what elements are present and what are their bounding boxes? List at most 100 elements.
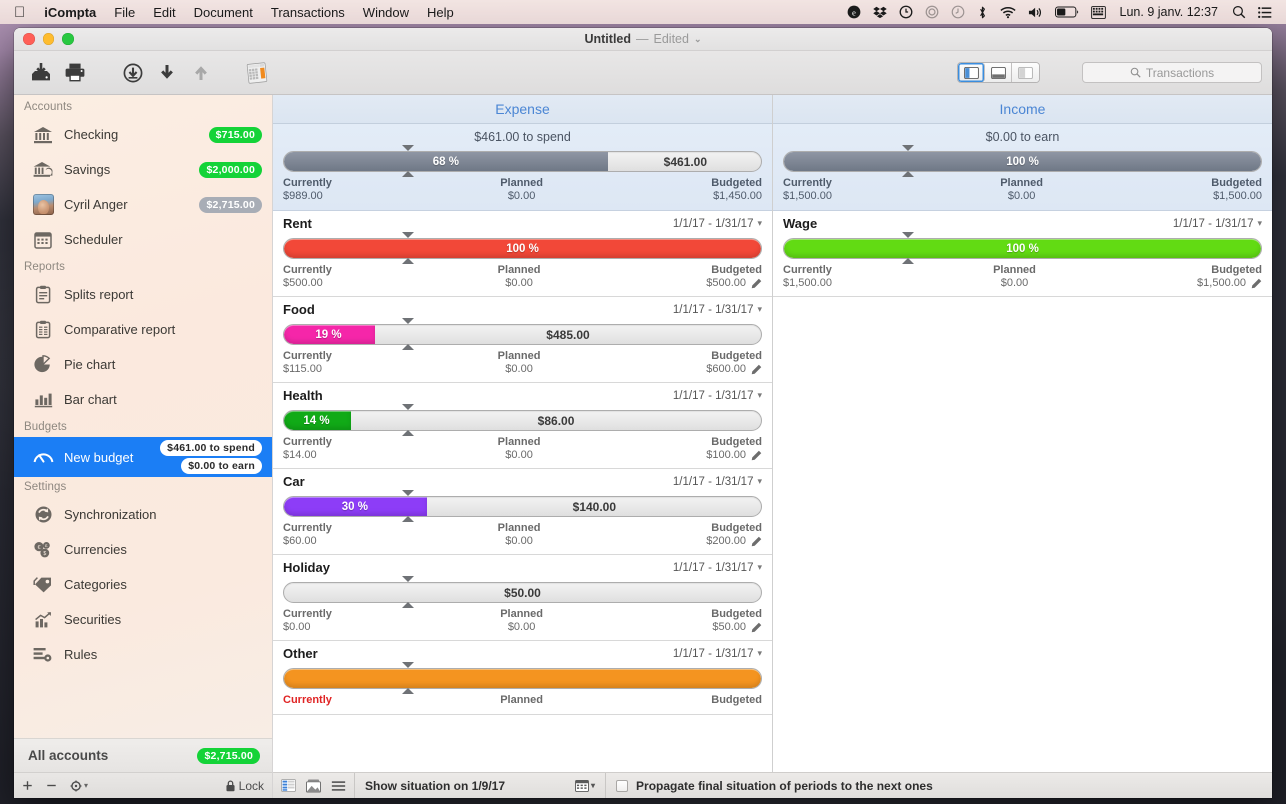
menu-item-window[interactable]: Window (354, 5, 418, 20)
menu-item-file[interactable]: File (105, 5, 144, 20)
sidebar-item-cyril-anger[interactable]: Cyril Anger $2,715.00 (14, 187, 272, 222)
download-arrow-icon[interactable] (150, 58, 184, 88)
sidebar-item-new-budget[interactable]: New budget $461.00 to spend $0.00 to ear… (14, 437, 272, 477)
budget-row[interactable]: Health1/1/17 - 1/31/17▾14 %$86.00Current… (273, 383, 772, 469)
slider-knob-upper[interactable] (402, 490, 414, 496)
budget-slider[interactable]: 100 % (783, 236, 1262, 260)
bluetooth-icon[interactable] (971, 5, 994, 20)
sidebar-view-icon[interactable] (958, 63, 985, 82)
sidebar-item-rules[interactable]: Rules (14, 637, 272, 672)
chevron-down-icon[interactable]: ▾ (757, 390, 762, 401)
sidebar-item-checking[interactable]: Checking $715.00 (14, 117, 272, 152)
battery-icon[interactable] (1049, 6, 1085, 18)
wifi-icon[interactable] (994, 6, 1022, 19)
slider-knob-lower[interactable] (402, 258, 414, 264)
minus-icon[interactable] (46, 780, 57, 791)
chevron-down-icon[interactable]: ⌄ (694, 34, 702, 45)
creative-cloud-icon[interactable] (919, 5, 945, 19)
sidebar-item-categories[interactable]: Categories (14, 567, 272, 602)
chevron-down-icon[interactable]: ▾ (1257, 218, 1262, 229)
slider-knob-lower[interactable] (402, 602, 414, 608)
sidebar-item-synchronization[interactable]: Synchronization (14, 497, 272, 532)
input-menu-icon[interactable] (1085, 6, 1112, 19)
notification-center-icon[interactable] (1252, 6, 1278, 19)
menu-item-transactions[interactable]: Transactions (262, 5, 354, 20)
apple-logo-icon[interactable]:  (8, 5, 35, 20)
calculator-icon[interactable] (242, 58, 272, 88)
slider-knob-lower[interactable] (402, 516, 414, 522)
edit-pencil-icon[interactable] (751, 536, 762, 547)
menu-item-help[interactable]: Help (418, 5, 463, 20)
gear-icon[interactable]: ▾ (70, 780, 88, 792)
chevron-down-icon[interactable]: ▾ (757, 476, 762, 487)
edit-pencil-icon[interactable] (1251, 278, 1262, 289)
budget-slider[interactable] (283, 666, 762, 690)
evernote-icon[interactable]: e (841, 5, 867, 19)
budget-period[interactable]: 1/1/17 - 1/31/17▾ (673, 218, 762, 230)
dropbox-icon[interactable] (867, 5, 893, 19)
sidebar-item-savings[interactable]: Savings $2,000.00 (14, 152, 272, 187)
slider-knob-upper[interactable] (402, 576, 414, 582)
edit-pencil-icon[interactable] (751, 622, 762, 633)
chevron-down-icon[interactable]: ▾ (757, 562, 762, 573)
split-view-icon[interactable] (306, 779, 321, 793)
menu-item-icompta[interactable]: iCompta (35, 5, 105, 20)
budget-period[interactable]: 1/1/17 - 1/31/17▾ (673, 390, 762, 402)
sidebar-item-pie-chart[interactable]: Pie chart (14, 347, 272, 382)
budget-row[interactable]: Food1/1/17 - 1/31/17▾19 %$485.00Currentl… (273, 297, 772, 383)
bottom-view-icon[interactable] (985, 63, 1012, 82)
edit-pencil-icon[interactable] (751, 450, 762, 461)
slider-knob-lower[interactable] (902, 171, 914, 177)
download-circle-icon[interactable] (116, 58, 150, 88)
menubar-clock[interactable]: Lun. 9 janv. 12:37 (1112, 5, 1226, 19)
budget-period[interactable]: 1/1/17 - 1/31/17▾ (673, 476, 762, 488)
slider-knob-lower[interactable] (402, 344, 414, 350)
slider-knob-lower[interactable] (402, 171, 414, 177)
budget-period[interactable]: 1/1/17 - 1/31/17▾ (673, 648, 762, 660)
timemachine-icon[interactable] (945, 5, 971, 19)
print-icon[interactable] (58, 58, 92, 88)
chevron-down-icon[interactable]: ▾ (757, 648, 762, 659)
budget-period[interactable]: 1/1/17 - 1/31/17▾ (673, 562, 762, 574)
slider-knob-upper[interactable] (902, 145, 914, 151)
list-view-icon[interactable] (281, 779, 296, 792)
all-accounts-row[interactable]: All accounts $2,715.00 (14, 739, 272, 772)
sidebar-item-scheduler[interactable]: Scheduler (14, 222, 272, 257)
chevron-down-icon[interactable]: ▾ (757, 218, 762, 229)
sidebar-item-currencies[interactable]: €£$ Currencies (14, 532, 272, 567)
slider-knob-upper[interactable] (402, 145, 414, 151)
budget-period[interactable]: 1/1/17 - 1/31/17▾ (1173, 218, 1262, 230)
slider-knob-upper[interactable] (402, 232, 414, 238)
slider-knob-lower[interactable] (402, 430, 414, 436)
budget-row[interactable]: Holiday1/1/17 - 1/31/17▾$50.00Currently$… (273, 555, 772, 641)
budget-slider[interactable]: $50.00 (283, 580, 762, 604)
import-icon[interactable] (24, 58, 58, 88)
sidebar-item-splits-report[interactable]: Splits report (14, 277, 272, 312)
sidebar-item-bar-chart[interactable]: Bar chart (14, 382, 272, 417)
slider-knob-upper[interactable] (902, 232, 914, 238)
show-situation-control[interactable]: Show situation on 1/9/17 ▾ (355, 773, 606, 798)
slider-knob-upper[interactable] (402, 404, 414, 410)
budget-period[interactable]: 1/1/17 - 1/31/17▾ (673, 304, 762, 316)
sidebar-item-securities[interactable]: Securities (14, 602, 272, 637)
search-input[interactable]: Transactions (1082, 62, 1262, 83)
menu-item-edit[interactable]: Edit (144, 5, 184, 20)
income-summary-slider[interactable]: 100 % (783, 149, 1262, 173)
propagate-checkbox[interactable] (616, 780, 628, 792)
slider-knob-upper[interactable] (402, 662, 414, 668)
budget-row[interactable]: Wage1/1/17 - 1/31/17▾100 %Currently$1,50… (773, 211, 1272, 297)
budget-row[interactable]: Rent1/1/17 - 1/31/17▾100 %Currently$500.… (273, 211, 772, 297)
lock-button[interactable]: Lock (225, 779, 264, 793)
sidebar-item-comparative-report[interactable]: Comparative report (14, 312, 272, 347)
chevron-down-icon[interactable]: ▾ (757, 304, 762, 315)
edit-pencil-icon[interactable] (751, 364, 762, 375)
menu-item-document[interactable]: Document (185, 5, 262, 20)
budget-slider[interactable]: 14 %$86.00 (283, 408, 762, 432)
budget-slider[interactable]: 30 %$140.00 (283, 494, 762, 518)
budget-row[interactable]: Other1/1/17 - 1/31/17▾CurrentlyPlannedBu… (273, 641, 772, 715)
budget-row[interactable]: Car1/1/17 - 1/31/17▾30 %$140.00Currently… (273, 469, 772, 555)
onedrive-icon[interactable] (893, 5, 919, 19)
calendar-picker-icon[interactable]: ▾ (575, 780, 595, 792)
budget-slider[interactable]: 100 % (283, 236, 762, 260)
menu-icon[interactable] (331, 780, 346, 792)
